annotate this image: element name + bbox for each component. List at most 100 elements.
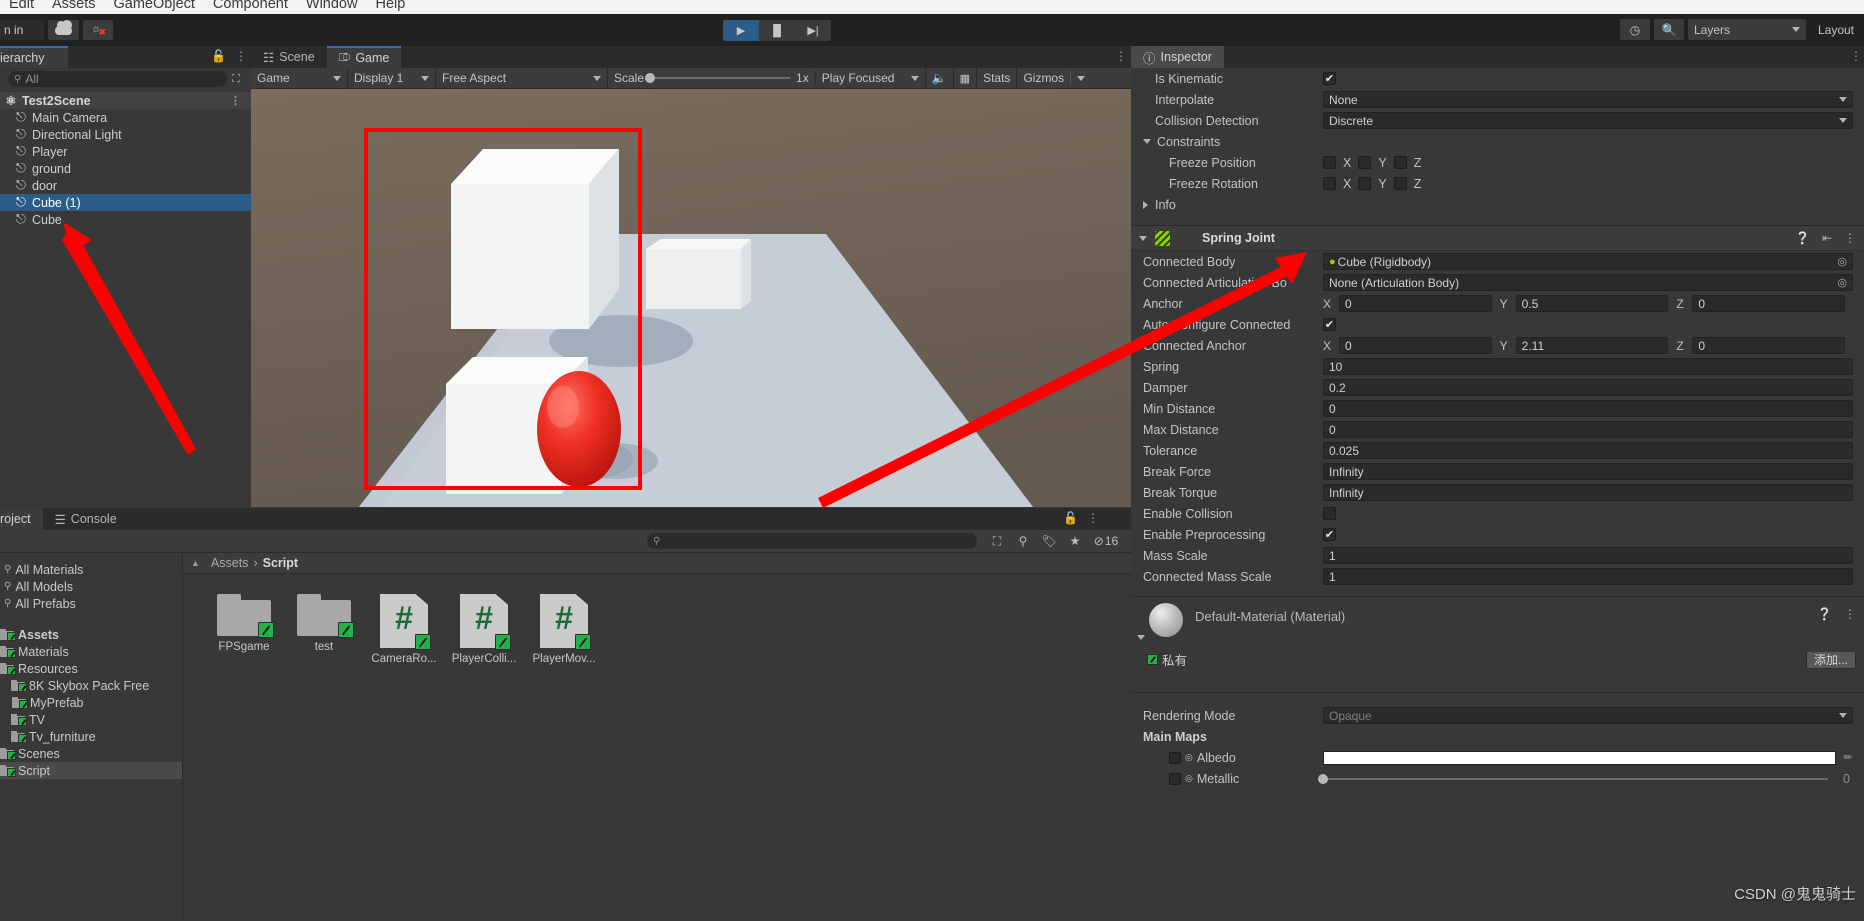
row-min-distance[interactable]: Min Distance 0 <box>1131 398 1864 419</box>
hierarchy-item-door[interactable]: ⎋ door <box>0 177 251 194</box>
row-connected-body[interactable]: Connected Body ● Cube (Rigidbody) ◎ <box>1131 251 1864 272</box>
row-auto-configure-connected[interactable]: Auto Configure Connected ✔ <box>1131 314 1864 335</box>
breadcrumb-script[interactable]: Script <box>263 556 298 570</box>
metallic-texture-slot[interactable] <box>1169 773 1181 785</box>
menu-item-edit[interactable]: Edit <box>0 0 43 11</box>
history-icon[interactable]: ◷ <box>1620 19 1650 40</box>
asset-item-playercollision[interactable]: # PlayerColli... <box>453 594 515 665</box>
preset-icon[interactable]: ⇤ <box>1822 231 1832 245</box>
row-damper[interactable]: Damper 0.2 <box>1131 377 1864 398</box>
rendering-mode-dropdown[interactable]: Opaque <box>1323 707 1853 724</box>
anchor-vector3[interactable]: X 0 Y 0.5 Z 0 <box>1323 295 1853 312</box>
search-icon[interactable]: 🔍 <box>1654 19 1684 40</box>
connected-anchor-vector3[interactable]: X 0 Y 2.11 Z 0 <box>1323 337 1853 354</box>
hierarchy-item-player[interactable]: ⎋ Player <box>0 143 251 160</box>
anchor-x-input[interactable]: 0 <box>1339 295 1492 312</box>
material-add-button[interactable]: 添加... <box>1806 651 1856 669</box>
row-connected-mass-scale[interactable]: Connected Mass Scale 1 <box>1131 566 1864 587</box>
chevron-down-icon[interactable] <box>1143 139 1151 144</box>
albedo-texture-slot[interactable] <box>1169 752 1181 764</box>
is-kinematic-checkbox[interactable]: ✔ <box>1323 72 1336 85</box>
expand-icon[interactable]: ⛶ <box>985 532 1009 550</box>
hierarchy-item-cube-1[interactable]: ⎋ Cube (1) <box>0 194 251 211</box>
asset-item-playermovement[interactable]: # PlayerMov... <box>533 594 595 665</box>
connected-anchor-y-input[interactable]: 2.11 <box>1516 337 1669 354</box>
tree-scenes[interactable]: Scenes <box>0 745 182 762</box>
connected-body-object-field[interactable]: ● Cube (Rigidbody) ◎ <box>1323 253 1853 270</box>
connected-anchor-x-input[interactable]: 0 <box>1339 337 1492 354</box>
tab-console[interactable]: ☰ Console <box>43 508 129 530</box>
albedo-color-swatch[interactable] <box>1323 751 1836 765</box>
row-anchor[interactable]: Anchor X 0 Y 0.5 Z 0 <box>1131 293 1864 314</box>
anchor-z-input[interactable]: 0 <box>1692 295 1845 312</box>
layers-dropdown[interactable]: Layers <box>1688 19 1806 40</box>
hierarchy-item-main-camera[interactable]: ⎋ Main Camera <box>0 109 251 126</box>
enable-preprocessing-checkbox[interactable]: ✔ <box>1323 528 1336 541</box>
tab-inspector[interactable]: ⓘ Inspector <box>1131 46 1224 68</box>
freeze-rotation-z-checkbox[interactable] <box>1394 177 1407 190</box>
freeze-position-x-checkbox[interactable] <box>1323 156 1336 169</box>
row-enable-preprocessing[interactable]: Enable Preprocessing ✔ <box>1131 524 1864 545</box>
tab-scene[interactable]: ☷ Scene <box>251 46 327 68</box>
stats-grid-button[interactable]: ▦ <box>954 68 977 89</box>
tree-tv-furniture[interactable]: Tv_furniture <box>0 728 182 745</box>
menu-item-component[interactable]: Component <box>204 0 297 11</box>
tree-tv[interactable]: TV <box>0 711 182 728</box>
tab-project[interactable]: roject <box>0 508 43 530</box>
hierarchy-item-ground[interactable]: ⎋ ground <box>0 160 251 177</box>
hierarchy-item-cube[interactable]: ⎋ Cube <box>0 211 251 228</box>
lighting-button[interactable]: ☼✖ <box>83 20 113 40</box>
row-rendering-mode[interactable]: Rendering Mode Opaque <box>1131 705 1864 726</box>
play-button[interactable]: ▶ <box>723 20 759 41</box>
lock-icon[interactable]: 🔓 <box>1063 511 1078 525</box>
menu-item-window[interactable]: Window <box>297 0 367 11</box>
row-enable-collision[interactable]: Enable Collision <box>1131 503 1864 524</box>
tab-hierarchy[interactable]: ierarchy <box>0 46 68 68</box>
row-spring[interactable]: Spring 10 <box>1131 356 1864 377</box>
row-max-distance[interactable]: Max Distance 0 <box>1131 419 1864 440</box>
row-freeze-rotation[interactable]: Freeze Rotation X Y Z <box>1131 173 1864 194</box>
row-connected-anchor[interactable]: Connected Anchor X 0 Y 2.11 Z 0 <box>1131 335 1864 356</box>
tree-all-models[interactable]: ⚲ All Models <box>0 578 182 595</box>
object-picker-icon[interactable]: ◎ <box>1837 276 1847 289</box>
break-force-input[interactable]: Infinity <box>1323 463 1853 480</box>
expand-icon[interactable]: ⛶ <box>227 71 245 87</box>
kebab-menu-icon[interactable]: ⋮ <box>230 94 241 107</box>
row-tolerance[interactable]: Tolerance 0.025 <box>1131 440 1864 461</box>
collision-detection-dropdown[interactable]: Discrete <box>1323 112 1853 129</box>
asset-item-fpsgame[interactable]: FPSgame <box>213 594 275 665</box>
star-icon[interactable]: ★ <box>1063 532 1087 550</box>
anchor-y-input[interactable]: 0.5 <box>1516 295 1669 312</box>
asset-item-camerarotate[interactable]: # CameraRo... <box>373 594 435 665</box>
gizmos-dropdown[interactable]: Gizmos <box>1017 68 1091 89</box>
row-collision-detection[interactable]: Collision Detection Discrete <box>1131 110 1864 131</box>
row-break-torque[interactable]: Break Torque Infinity <box>1131 482 1864 503</box>
freeze-rotation-x-checkbox[interactable] <box>1323 177 1336 190</box>
tree-skybox-pack[interactable]: 8K Skybox Pack Free <box>0 677 182 694</box>
row-is-kinematic[interactable]: Is Kinematic ✔ <box>1131 68 1864 89</box>
help-icon[interactable]: ❔ <box>1795 231 1810 245</box>
enable-collision-checkbox[interactable] <box>1323 507 1336 520</box>
hierarchy-item-scene[interactable]: ⚛ Test2Scene ⋮ <box>0 92 251 109</box>
row-freeze-position[interactable]: Freeze Position X Y Z <box>1131 152 1864 173</box>
material-header[interactable]: Default-Material (Material) ❔ ⋮ <box>1131 596 1864 652</box>
freeze-position-z-checkbox[interactable] <box>1394 156 1407 169</box>
scale-slider[interactable] <box>650 77 790 79</box>
stats-button[interactable]: Stats <box>977 68 1017 89</box>
metallic-slider[interactable] <box>1323 778 1828 780</box>
game-render-canvas[interactable] <box>251 89 1131 507</box>
connected-articulation-body-object-field[interactable]: None (Articulation Body) ◎ <box>1323 274 1853 291</box>
chevron-down-icon[interactable] <box>1137 635 1145 640</box>
target-dropdown[interactable]: Game <box>251 68 348 89</box>
asset-item-test[interactable]: test <box>293 594 355 665</box>
component-header-spring-joint[interactable]: Spring Joint ❔ ⇤ ⋮ <box>1131 225 1864 251</box>
row-albedo[interactable]: ◎ Albedo ✏ <box>1131 747 1864 768</box>
kebab-menu-icon[interactable]: ⋮ <box>1115 49 1127 63</box>
row-break-force[interactable]: Break Force Infinity <box>1131 461 1864 482</box>
aspect-dropdown[interactable]: Free Aspect <box>436 68 608 89</box>
kebab-menu-icon[interactable]: ⋮ <box>1844 607 1856 621</box>
tree-myprefab[interactable]: MyPrefab <box>0 694 182 711</box>
tag-icon[interactable]: 🏷 <box>1037 532 1061 550</box>
row-info-foldout[interactable]: Info <box>1131 194 1864 215</box>
lock-icon[interactable]: 🔓 <box>211 49 226 63</box>
